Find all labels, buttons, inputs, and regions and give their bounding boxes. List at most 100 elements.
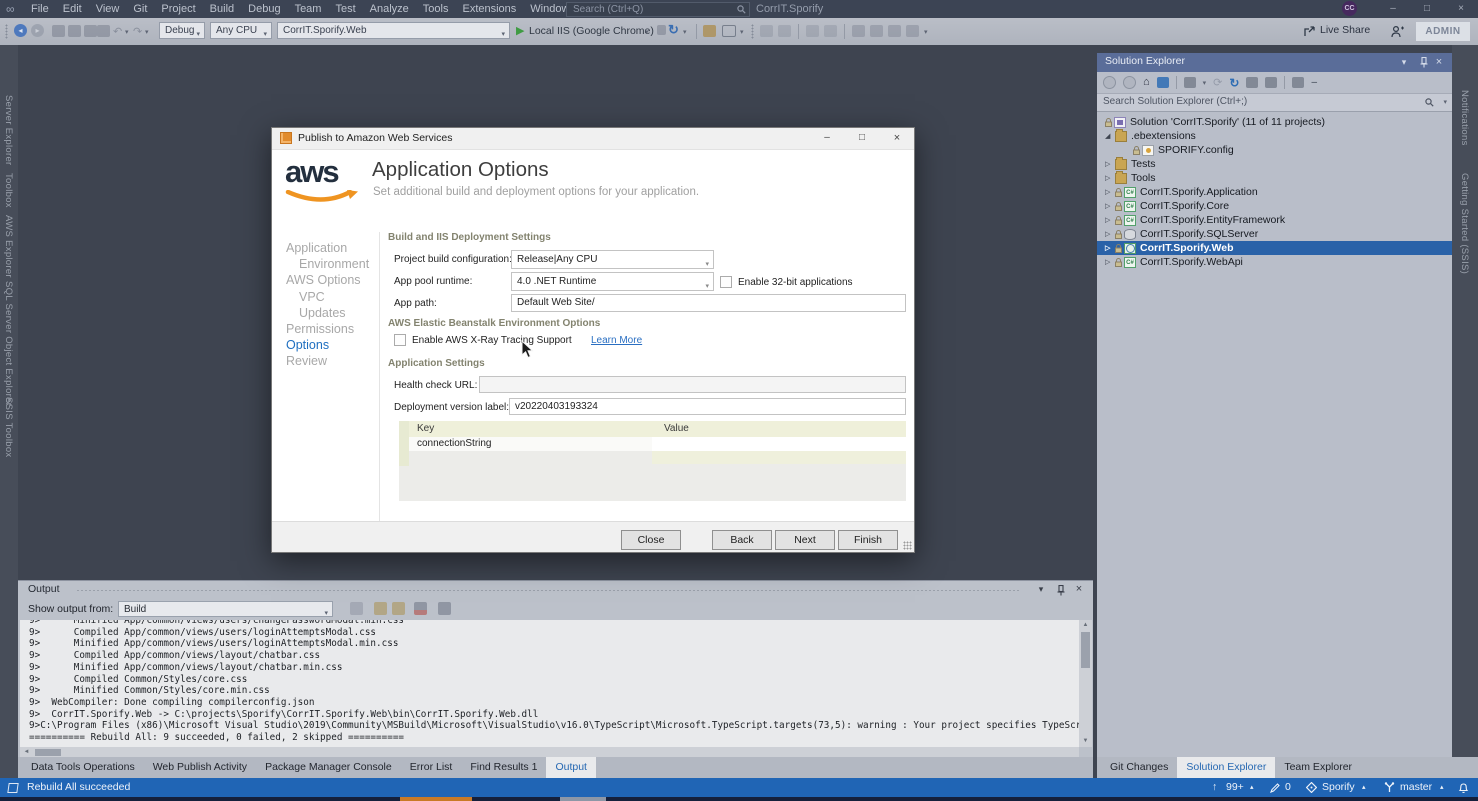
pin-icon[interactable] — [1057, 585, 1065, 596]
properties-icon[interactable] — [1292, 77, 1304, 88]
scrollbar-thumb[interactable] — [35, 749, 61, 756]
dialog-nav-permissions[interactable]: Permissions — [286, 321, 378, 337]
toolbar-grip[interactable] — [751, 24, 754, 39]
build-config-dropdown[interactable]: Release|Any CPU▾ — [511, 250, 714, 269]
attach-process-icon[interactable] — [657, 25, 666, 35]
caret-up-icon[interactable]: ▴ — [1362, 778, 1366, 797]
tree-item-solution-corrit-sporify-11-of-11-projects[interactable]: Solution 'CorrIT.Sporify' (11 of 11 proj… — [1097, 115, 1452, 129]
next-message-icon[interactable] — [392, 602, 405, 615]
scrollbar-thumb[interactable] — [1081, 632, 1090, 668]
close-icon[interactable]: × — [1431, 55, 1447, 70]
expander-icon[interactable]: ▷ — [1105, 160, 1115, 168]
output-source-dropdown[interactable]: Build▾ — [118, 601, 333, 617]
dialog-button-close[interactable]: Close — [621, 530, 681, 550]
caret-up-icon[interactable]: ▴ — [1250, 778, 1254, 797]
panel-splitter[interactable] — [1097, 45, 1452, 53]
window-position-icon[interactable]: ▾ — [1396, 55, 1412, 70]
window-maximize-button[interactable]: □ — [1412, 0, 1442, 18]
dialog-nav-aws-options[interactable]: AWS Options — [286, 272, 378, 288]
quick-search-input[interactable]: Search (Ctrl+Q) — [566, 2, 750, 17]
unpin-icon[interactable]: – — [1311, 77, 1317, 88]
panel-tab-find-results-1[interactable]: Find Results 1 — [461, 757, 546, 778]
expander-icon[interactable]: ▷ — [1105, 202, 1115, 210]
feedback-icon[interactable] — [1390, 25, 1404, 38]
output-vertical-scrollbar[interactable]: ▲ ▼ — [1079, 620, 1092, 747]
side-tab-toolbox[interactable]: Toolbox — [3, 173, 14, 208]
dialog-nav-vpc[interactable]: VPC — [286, 289, 378, 305]
tree-item-sporify-config[interactable]: SPORIFY.config — [1097, 143, 1452, 157]
table-row[interactable]: connectionString — [409, 437, 906, 451]
clear-all-icon[interactable] — [414, 602, 427, 615]
enable-32bit-checkbox[interactable] — [720, 276, 732, 288]
menu-item-extensions[interactable]: Extensions — [455, 0, 523, 18]
side-tab-ssis-toolbox[interactable]: SSIS Toolbox — [3, 397, 14, 457]
save-icon[interactable] — [97, 25, 110, 37]
expander-icon[interactable]: ▷ — [1105, 174, 1115, 182]
live-share-button[interactable]: Live Share — [1320, 24, 1370, 36]
menu-item-file[interactable]: File — [24, 0, 56, 18]
start-debugging-icon[interactable]: ▶ — [516, 23, 524, 39]
refresh-icon[interactable]: ↻ — [668, 22, 679, 38]
preview-icon[interactable] — [722, 25, 736, 37]
dialog-nav-environment[interactable]: Environment — [286, 256, 378, 272]
tree-item-ebextensions[interactable]: ◢.ebextensions — [1097, 129, 1452, 143]
xray-checkbox[interactable] — [394, 334, 406, 346]
panel-tab-solution-explorer[interactable]: Solution Explorer — [1177, 757, 1275, 778]
menu-item-project[interactable]: Project — [154, 0, 202, 18]
scroll-up-icon[interactable]: ▲ — [1079, 620, 1092, 631]
dialog-button-back[interactable]: Back — [712, 530, 772, 550]
live-share-icon[interactable] — [1303, 26, 1316, 38]
table-new-row-value-cell[interactable] — [652, 451, 906, 464]
solution-configuration-dropdown[interactable]: Debug▾ — [159, 22, 205, 39]
panel-tab-package-manager-console[interactable]: Package Manager Console — [256, 757, 401, 778]
toolbar-overflow-icon[interactable]: ▾ — [740, 28, 744, 36]
panel-tab-output[interactable]: Output — [546, 757, 596, 778]
output-panel-grip[interactable] — [76, 589, 1021, 593]
pin-icon[interactable] — [1420, 57, 1428, 68]
back-icon[interactable] — [1103, 76, 1116, 89]
version-input[interactable]: v20220403193324 — [509, 398, 906, 415]
learn-more-link[interactable]: Learn More — [591, 335, 642, 346]
expander-icon[interactable]: ▷ — [1105, 216, 1115, 224]
redo-icon[interactable]: ↷ — [133, 25, 142, 38]
search-options-icon[interactable]: ▾ — [1443, 98, 1447, 106]
tree-item-corrit-sporify-core[interactable]: ▷C#CorrIT.Sporify.Core — [1097, 199, 1452, 213]
dialog-title-bar[interactable]: Publish to Amazon Web Services – □ × — [272, 128, 914, 150]
push-icon[interactable]: ↑ — [1212, 778, 1217, 797]
output-window-position-icon[interactable]: ▾ — [1033, 582, 1049, 597]
refresh-dropdown-icon[interactable]: ▾ — [683, 28, 687, 36]
pending-edits-count[interactable]: 0 — [1285, 778, 1291, 797]
collapse-all-icon[interactable] — [1246, 77, 1258, 88]
previous-message-icon[interactable] — [374, 602, 387, 615]
dialog-minimize-button[interactable]: – — [811, 128, 843, 149]
caret-up-icon[interactable]: ▴ — [1440, 778, 1444, 797]
account-avatar[interactable]: CC — [1342, 1, 1357, 16]
dialog-nav-options[interactable]: Options — [286, 337, 378, 353]
bell-icon[interactable] — [1458, 782, 1469, 794]
find-in-files-icon[interactable] — [703, 25, 716, 37]
app-path-input[interactable]: Default Web Site/ — [511, 294, 906, 312]
solution-explorer-title-bar[interactable]: Solution Explorer ▾ × — [1097, 53, 1452, 72]
resize-grip[interactable] — [903, 541, 912, 550]
bookmark-overflow-icon[interactable]: ▾ — [924, 28, 928, 36]
side-tab-sql-server-object-explorer[interactable]: SQL Server Object Explorer — [3, 281, 14, 406]
dialog-close-button[interactable]: × — [881, 128, 913, 149]
side-tab-getting-started-ssis[interactable]: Getting Started (SSIS) — [1459, 173, 1470, 274]
menu-item-edit[interactable]: Edit — [56, 0, 89, 18]
menu-item-analyze[interactable]: Analyze — [363, 0, 416, 18]
run-target-dropdown-icon[interactable]: ▾ — [645, 28, 649, 36]
menu-item-git[interactable]: Git — [126, 0, 154, 18]
branch-icon[interactable] — [1384, 782, 1395, 793]
panel-tab-data-tools-operations[interactable]: Data Tools Operations — [22, 757, 144, 778]
dialog-button-finish[interactable]: Finish — [838, 530, 898, 550]
expander-icon[interactable]: ▷ — [1105, 244, 1115, 252]
outgoing-commits-count[interactable]: 99+ — [1226, 778, 1244, 797]
start-debugging-label[interactable]: Local IIS (Google Chrome) — [529, 23, 654, 39]
undo-dropdown-icon[interactable]: ▾ — [125, 28, 129, 36]
menu-item-view[interactable]: View — [89, 0, 127, 18]
table-cell-value[interactable] — [652, 437, 906, 451]
chevron-down-icon[interactable]: ▾ — [1203, 79, 1207, 87]
startup-project-dropdown[interactable]: CorrIT.Sporify.Web▾ — [277, 22, 510, 39]
health-check-input[interactable] — [479, 376, 906, 393]
side-tab-server-explorer[interactable]: Server Explorer — [3, 95, 14, 166]
